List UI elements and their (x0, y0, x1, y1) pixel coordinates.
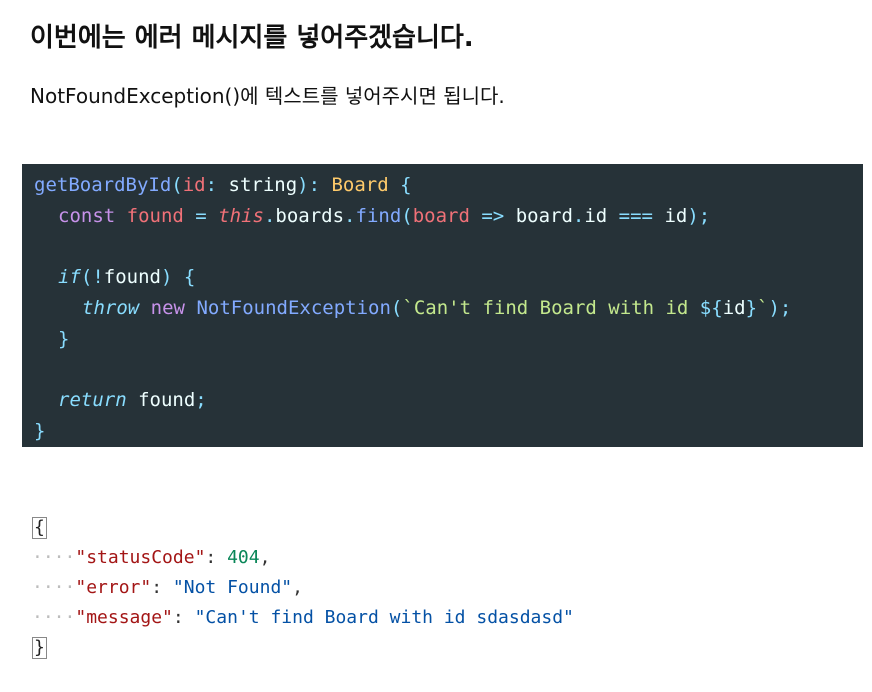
json-response: { ····"statusCode": 404, ····"error": "N… (32, 513, 574, 663)
code-line-9: } (34, 420, 46, 442)
json-close-brace: } (32, 637, 47, 659)
json-row-status: ····"statusCode": 404, (32, 547, 271, 568)
json-row-message: ····"message": "Can't find Board with id… (32, 607, 574, 628)
code-line-8: return found; (58, 389, 207, 411)
page-heading: 이번에는 에러 메시지를 넣어주겠습니다. (30, 23, 474, 53)
description-paragraph: NotFoundException()에 텍스트를 넣어주시면 됩니다. (30, 84, 505, 108)
json-row-error: ····"error": "Not Found", (32, 577, 303, 598)
code-line-5: throw new NotFoundException(`Can't find … (82, 297, 792, 319)
json-open-line: { (32, 513, 574, 543)
code-line-1: getBoardById(id: string): Board { (34, 174, 412, 196)
code-line-4: if(!found) { (58, 266, 196, 288)
code-line-6: } (58, 328, 70, 350)
code-line-2: const found = this.boards.find(board => … (58, 205, 711, 227)
code-block: getBoardById(id: string): Board { const … (22, 164, 863, 447)
json-open-brace: { (32, 517, 47, 539)
json-close-line: } (32, 633, 574, 663)
